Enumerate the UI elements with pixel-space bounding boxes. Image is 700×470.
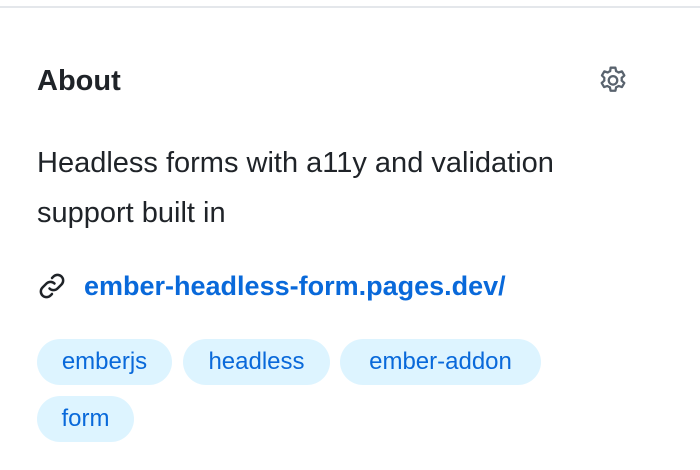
topic-form[interactable]: form [37,396,134,442]
link-icon [37,271,67,301]
gear-icon[interactable] [594,62,632,100]
topic-headless[interactable]: headless [183,339,330,385]
website-row: ember-headless-form.pages.dev/ [37,266,506,306]
about-header: About [37,50,637,112]
topic-emberjs[interactable]: emberjs [37,339,172,385]
top-divider [0,6,700,8]
website-link[interactable]: ember-headless-form.pages.dev/ [84,271,506,302]
topic-ember-addon[interactable]: ember-addon [340,339,541,385]
about-section: About Headless forms with a11y and valid… [37,50,637,442]
repo-description: Headless forms with a11y and validation … [37,147,554,229]
about-title: About [37,65,121,97]
